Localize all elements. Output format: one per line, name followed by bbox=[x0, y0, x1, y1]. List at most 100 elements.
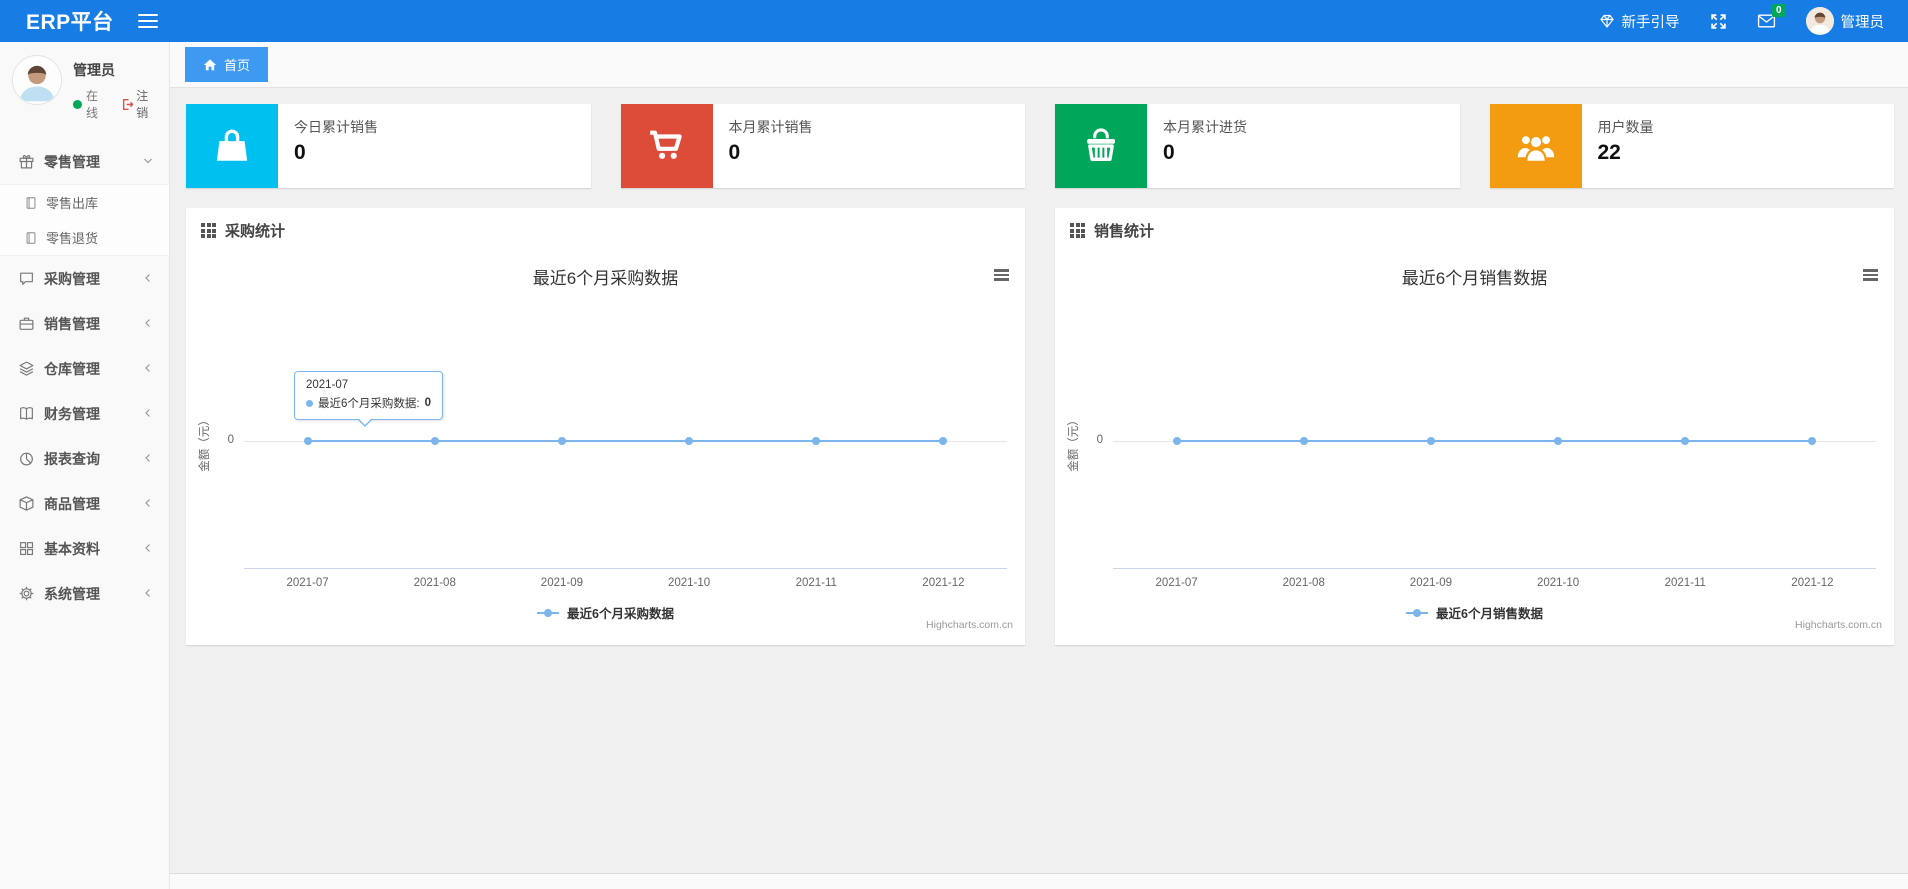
x-tick-label: 2021-08 bbox=[1282, 577, 1325, 589]
sidebar-item-label: 报表查询 bbox=[44, 450, 100, 467]
tab-home[interactable]: 首页 bbox=[185, 47, 269, 82]
guide-label: 新手引导 bbox=[1621, 14, 1680, 31]
x-tick-label: 2021-08 bbox=[413, 577, 456, 589]
sign-out-icon bbox=[122, 98, 134, 110]
messages-button[interactable]: 0 bbox=[1757, 4, 1786, 29]
chat-icon bbox=[18, 270, 35, 287]
plot-area: 2021-07 2021-08 2021-09 2021-10 2021-11 … bbox=[244, 251, 1007, 639]
data-point[interactable] bbox=[939, 437, 948, 445]
gift-icon bbox=[18, 153, 35, 170]
stat-value: 0 bbox=[1163, 141, 1175, 164]
sidebar-item-retail[interactable]: 零售管理 bbox=[0, 139, 169, 184]
sidebar-item-goods[interactable]: 商品管理 bbox=[0, 481, 169, 526]
sidebar-user-panel: 管理员 在线 注销 bbox=[0, 42, 169, 131]
sidebar-item-label: 商品管理 bbox=[44, 495, 100, 512]
highcharts-credits[interactable]: Highcharts.com.cn bbox=[1795, 619, 1882, 631]
logout-link[interactable]: 注销 bbox=[121, 87, 159, 121]
online-status-label: 在线 bbox=[86, 89, 99, 120]
th-grid-icon bbox=[1070, 223, 1085, 238]
user-name: 管理员 bbox=[1840, 14, 1885, 31]
x-tick-label: 2021-09 bbox=[1409, 577, 1453, 589]
sidebar-item-purchase[interactable]: 采购管理 bbox=[0, 256, 169, 301]
stat-cards-row: 今日累计销售 0 本月累计销售 0 本月累计进货 0 用户数量 22 bbox=[170, 88, 1908, 188]
data-point[interactable] bbox=[685, 437, 694, 445]
sales-chart: 最近6个月销售数据 金额（元） 0 2021-07 2021-08 2021-0… bbox=[1055, 251, 1894, 639]
sidebar-menu: 零售管理 零售出库 零售退货 采购管理 销售管理 仓库管理 财务管理 报表查询 … bbox=[0, 139, 169, 616]
legend-item[interactable]: 最近6个月销售数据 bbox=[1055, 603, 1894, 622]
user-menu[interactable]: 管理员 bbox=[1805, 7, 1885, 35]
sidebar-item-system[interactable]: 系统管理 bbox=[0, 571, 169, 616]
package-icon bbox=[18, 495, 35, 512]
data-point[interactable] bbox=[1554, 437, 1563, 445]
book-open-icon bbox=[18, 405, 35, 422]
x-tick-label: 2021-11 bbox=[795, 577, 837, 589]
layers-icon bbox=[18, 360, 35, 377]
sidebar-item-label: 财务管理 bbox=[44, 405, 100, 422]
top-navbar: ERP平台 新手引导 0 管理员 bbox=[0, 0, 1908, 42]
chart-panels-row: 采购统计 最近6个月采购数据 金额（元） 0 2021-07 2021-08 2… bbox=[170, 188, 1908, 645]
gem-icon bbox=[1599, 13, 1615, 29]
data-point[interactable] bbox=[557, 437, 566, 445]
stat-card-user-count: 用户数量 22 bbox=[1489, 104, 1894, 188]
stat-card-month-purchase: 本月累计进货 0 bbox=[1055, 104, 1460, 188]
shopping-cart-icon bbox=[620, 104, 713, 188]
messages-count-badge: 0 bbox=[1771, 4, 1786, 17]
chart-tooltip: 2021-07 最近6个月采购数据: 0 bbox=[294, 371, 443, 427]
chevron-left-icon bbox=[143, 273, 153, 284]
data-point[interactable] bbox=[1299, 437, 1308, 445]
chevron-left-icon bbox=[143, 588, 153, 599]
main-content: 首页 今日累计销售 0 本月累计销售 0 本月累计进货 0 用户数量 22 采购… bbox=[170, 42, 1908, 889]
x-tick-label: 2021-09 bbox=[540, 577, 584, 589]
data-point[interactable] bbox=[1808, 437, 1817, 445]
chevron-left-icon bbox=[143, 543, 153, 554]
journal-icon bbox=[24, 231, 38, 245]
x-tick-label: 2021-10 bbox=[1536, 577, 1580, 589]
sidebar-subitem-label: 零售出库 bbox=[46, 196, 99, 211]
tooltip-series-label: 最近6个月采购数据: bbox=[318, 398, 420, 410]
sidebar-item-label: 基本资料 bbox=[44, 540, 100, 557]
footer-strip bbox=[170, 873, 1908, 889]
sidebar-item-warehouse[interactable]: 仓库管理 bbox=[0, 346, 169, 391]
highcharts-credits[interactable]: Highcharts.com.cn bbox=[926, 619, 1013, 631]
chevron-left-icon bbox=[143, 408, 153, 419]
sidebar-toggle-icon[interactable] bbox=[137, 10, 158, 32]
sidebar-item-retail-outbound[interactable]: 零售出库 bbox=[0, 185, 169, 220]
data-point[interactable] bbox=[430, 437, 439, 445]
y-axis-label: 金额（元） bbox=[1068, 414, 1080, 472]
plot-area: 2021-07 2021-08 2021-09 2021-10 2021-11 … bbox=[1113, 251, 1876, 639]
journal-icon bbox=[24, 196, 38, 210]
chevron-left-icon bbox=[143, 498, 153, 509]
fullscreen-button[interactable] bbox=[1710, 13, 1727, 30]
sidebar: 管理员 在线 注销 零售管理 零售出库 零售退货 采购管理 销售管理 仓库管理 … bbox=[0, 42, 170, 889]
panel-title: 销售统计 bbox=[1094, 223, 1155, 240]
stat-value: 0 bbox=[294, 141, 306, 164]
data-point[interactable] bbox=[1681, 437, 1690, 445]
sidebar-item-sales[interactable]: 销售管理 bbox=[0, 301, 169, 346]
guide-button[interactable]: 新手引导 bbox=[1599, 11, 1680, 32]
sidebar-submenu-retail: 零售出库 零售退货 bbox=[0, 184, 169, 256]
stat-value: 22 bbox=[1597, 141, 1621, 164]
chevron-left-icon bbox=[143, 453, 153, 464]
sidebar-item-finance[interactable]: 财务管理 bbox=[0, 391, 169, 436]
data-point[interactable] bbox=[1172, 437, 1181, 445]
sidebar-item-label: 仓库管理 bbox=[44, 360, 100, 377]
brand-logo[interactable]: ERP平台 bbox=[0, 6, 130, 36]
briefcase-icon bbox=[18, 315, 35, 332]
x-tick-label: 2021-11 bbox=[1664, 577, 1706, 589]
data-point[interactable] bbox=[812, 437, 821, 445]
x-axis-line bbox=[244, 568, 1007, 569]
sidebar-subitem-label: 零售退货 bbox=[46, 231, 99, 246]
legend-item[interactable]: 最近6个月采购数据 bbox=[186, 603, 1025, 622]
data-point[interactable] bbox=[1426, 437, 1435, 445]
sidebar-item-retail-return[interactable]: 零售退货 bbox=[0, 220, 169, 255]
online-status-dot bbox=[73, 99, 82, 109]
x-tick-label: 2021-07 bbox=[286, 577, 329, 589]
stat-label: 本月累计销售 bbox=[728, 119, 813, 135]
stat-value: 0 bbox=[728, 141, 741, 164]
sidebar-item-reports[interactable]: 报表查询 bbox=[0, 436, 169, 481]
sidebar-item-label: 零售管理 bbox=[44, 153, 100, 170]
home-icon bbox=[203, 58, 217, 70]
legend-marker-icon bbox=[537, 608, 560, 617]
data-point[interactable] bbox=[303, 437, 312, 445]
sidebar-item-basic-data[interactable]: 基本资料 bbox=[0, 526, 169, 571]
